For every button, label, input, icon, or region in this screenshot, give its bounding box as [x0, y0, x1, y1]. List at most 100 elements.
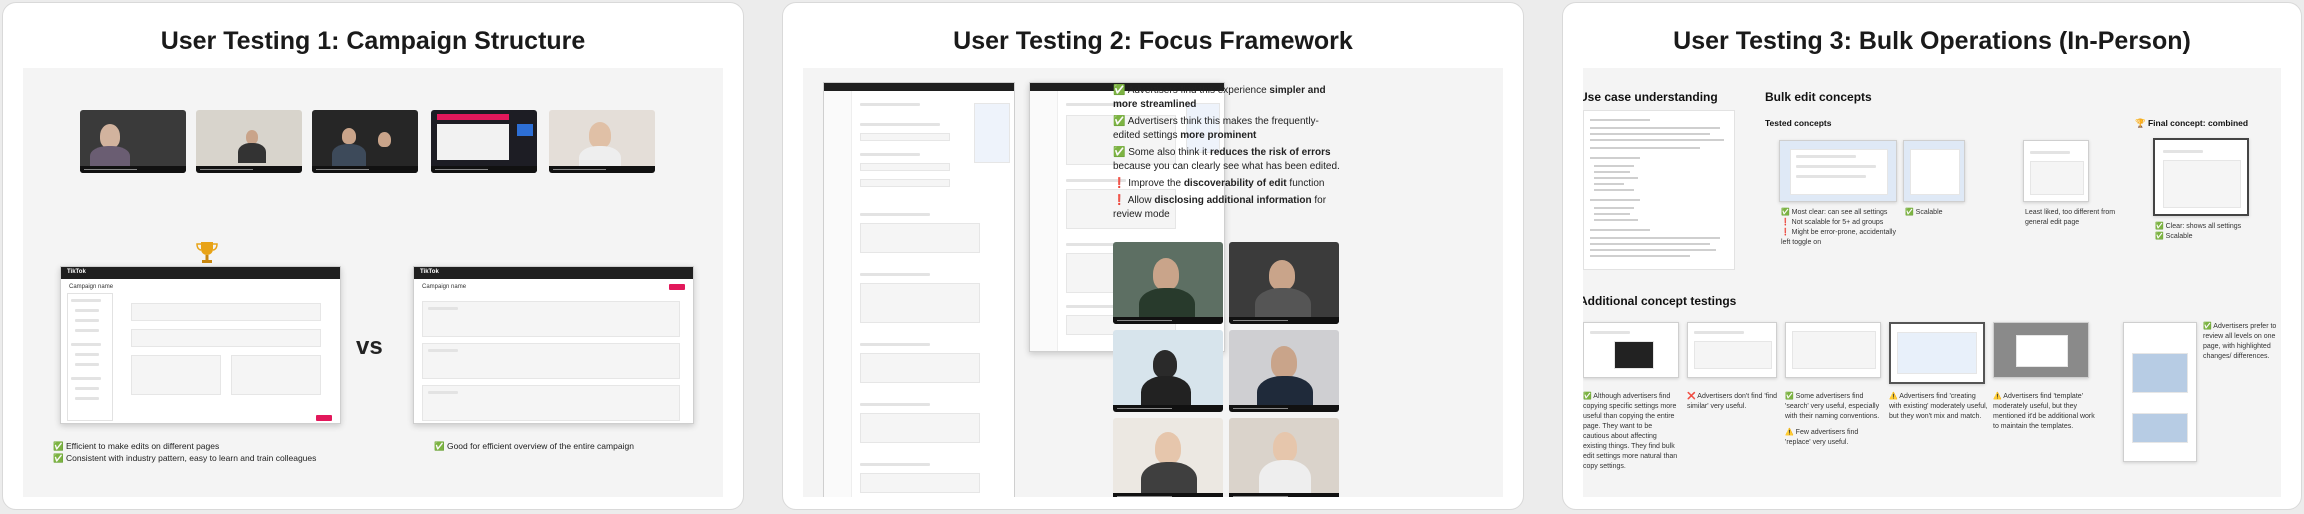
final-concept-thumbnail[interactable]	[2153, 138, 2249, 216]
finding-item: ✅ Advertisers think this makes the frequ…	[1113, 116, 1319, 141]
bulk-edit-heading: Bulk edit concepts	[1765, 90, 1872, 104]
mockup-multipage-structure: TikTok Campaign name	[60, 266, 341, 424]
concept-thumbnail[interactable]	[1993, 322, 2089, 378]
finding-emphasis: disclosing additional information	[1154, 195, 1312, 206]
note-text: Most clear: can see all settings	[1791, 209, 1888, 216]
mockup-title: Campaign name	[69, 284, 114, 290]
note-text: Clear: shows all settings	[2165, 223, 2242, 230]
video-thumbnail[interactable]	[1229, 418, 1339, 497]
note-text: Consistent with industry pattern, easy t…	[65, 453, 317, 463]
list-item: ✅ Consistent with industry pattern, easy…	[53, 453, 317, 463]
finding-emphasis: discoverability of edit	[1183, 178, 1287, 189]
list-item: ✅ Scalable	[2155, 233, 2193, 240]
additional-heading: Additional concept testings	[1583, 294, 1737, 308]
concept-notes: ✅ Most clear: can see all settings ❗ Not…	[1781, 208, 1901, 248]
brand-label: TikTok	[420, 269, 439, 275]
list-item: ✅ Good for efficient overview of the ent…	[434, 441, 634, 451]
panel-title: User Testing 3: Bulk Operations (In-Pers…	[1673, 27, 2191, 55]
list-item: ✅ Scalable	[1905, 209, 1943, 216]
video-thumbnail[interactable]	[196, 110, 302, 173]
note-text: Advertisers don't find 'find similar' ve…	[1687, 393, 1777, 410]
note-text: Advertisers find 'template' moderately u…	[1993, 393, 2095, 430]
finding-text: Allow	[1127, 195, 1155, 206]
note-text: Scalable	[2165, 233, 2193, 240]
additional-note: ✅ Some advertisers find 'search' very us…	[1785, 393, 1880, 446]
least-liked-note: Least liked, too different from general …	[2025, 209, 2116, 226]
finding-text: Improve the	[1128, 178, 1184, 189]
finding-item: ✅ Some also think it reduces the risk of…	[1113, 147, 1340, 172]
concept-thumbnail[interactable]	[1779, 140, 1897, 202]
concept-thumbnail[interactable]	[2023, 140, 2089, 202]
mockup-edit-page-long	[823, 82, 1015, 497]
panel-focus-framework: User Testing 2: Focus Framework ✅ Advert…	[782, 2, 1524, 510]
mockup-title: Campaign name	[422, 284, 467, 290]
additional-note: ⚠️ Advertisers find 'creating with exist…	[1889, 393, 1988, 420]
additional-note: ❌ Advertisers don't find 'find similar' …	[1687, 393, 1777, 410]
additional-note: ⚠️ Advertisers find 'template' moderatel…	[1993, 393, 2095, 430]
video-thumbnail[interactable]	[431, 110, 537, 173]
finding-item: ✅ Advertisers find this experience simpl…	[1113, 85, 1326, 110]
list-item: ❗ Not scalable for 5+ ad groups	[1781, 219, 1884, 226]
final-concept-label: 🏆 Final concept: combined	[2135, 118, 2248, 129]
additional-note: ✅ Advertisers prefer to review all level…	[2203, 323, 2277, 360]
panel-title: User Testing 1: Campaign Structure	[160, 27, 586, 55]
panel-campaign-structure: User Testing 1: Campaign Structure TikTo…	[2, 2, 744, 510]
additional-note: ✅ Although advertisers find copying spec…	[1583, 393, 1678, 470]
finding-text: Some also think it	[1128, 147, 1210, 158]
video-thumbnail[interactable]	[1113, 418, 1223, 497]
pros-list-single-page: ✅ Good for efficient overview of the ent…	[434, 440, 694, 452]
video-thumbnail[interactable]	[549, 110, 655, 173]
panel-title: User Testing 2: Focus Framework	[953, 27, 1353, 55]
versus-label: vs	[356, 333, 383, 360]
finding-emphasis: reduces the risk of errors	[1209, 147, 1331, 158]
final-concept-text: Final concept: combined	[2147, 118, 2249, 128]
note-text: Efficient to make edits on different pag…	[65, 441, 220, 451]
mockup-single-page-structure: TikTok Campaign name	[413, 266, 694, 424]
video-thumbnail[interactable]	[1229, 330, 1339, 412]
video-thumbnail[interactable]	[312, 110, 418, 173]
video-thumbnail[interactable]	[1229, 242, 1339, 324]
concept-thumbnail[interactable]	[1903, 140, 1965, 202]
finding-text: because you can clearly see what has bee…	[1113, 161, 1340, 172]
note-text: Good for efficient overview of the entir…	[446, 441, 634, 451]
note-text: Although advertisers find copying specif…	[1583, 393, 1678, 470]
list-item: ✅ Efficient to make edits on different p…	[53, 441, 220, 451]
note-text: Some advertisers find 'search' very usef…	[1785, 393, 1880, 420]
finding-item: ❗ Improve the discoverability of edit fu…	[1113, 178, 1325, 189]
final-concept-notes: ✅ Clear: shows all settings ✅ Scalable	[2155, 222, 2265, 242]
concept-thumbnail[interactable]	[1785, 322, 1881, 378]
finding-text: function	[1286, 178, 1325, 189]
list-item: ❗ Might be error-prone, accidentally lef…	[1781, 229, 1896, 246]
tested-concepts-label: Tested concepts	[1765, 118, 1832, 128]
list-item: ✅ Most clear: can see all settings	[1781, 209, 1888, 216]
panel-content: Use case understanding Bulk edit concept	[1583, 68, 2281, 497]
panel-content: ✅ Advertisers find this experience simpl…	[803, 68, 1503, 497]
note-text: Might be error-prone, accidentally left …	[1781, 229, 1896, 246]
trophy-icon	[196, 242, 218, 263]
concept-thumbnail[interactable]	[1889, 322, 1985, 384]
video-thumbnail[interactable]	[80, 110, 186, 173]
findings-list: ✅ Advertisers find this experience simpl…	[1113, 84, 1345, 225]
concept-thumbnail[interactable]	[1687, 322, 1777, 378]
video-thumbnail[interactable]	[1113, 330, 1223, 412]
note-text: Advertisers prefer to review all levels …	[2203, 323, 2277, 360]
trophy-icon: 🏆	[2135, 118, 2146, 128]
finding-text: Advertisers find this experience	[1127, 85, 1270, 96]
brand-label: TikTok	[67, 269, 86, 275]
video-thumbnail[interactable]	[1113, 242, 1223, 324]
use-case-document	[1583, 110, 1735, 270]
list-item: ✅ Clear: shows all settings	[2155, 223, 2242, 230]
finding-emphasis: more prominent	[1180, 130, 1257, 141]
use-case-heading: Use case understanding	[1583, 90, 1718, 104]
note-text: Not scalable for 5+ ad groups	[1791, 219, 1884, 226]
concept-thumbnail[interactable]	[2123, 322, 2197, 462]
concept-notes: ✅ Scalable	[1905, 208, 1965, 218]
note-text: Few advertisers find 'replace' very usef…	[1785, 429, 1859, 446]
panel-bulk-operations: User Testing 3: Bulk Operations (In-Pers…	[1562, 2, 2302, 510]
note-text: Scalable	[1915, 209, 1943, 216]
concept-thumbnail[interactable]	[1583, 322, 1679, 378]
pros-list-multipage: ✅ Efficient to make edits on different p…	[53, 440, 353, 464]
finding-item: ❗ Allow disclosing additional informatio…	[1113, 195, 1327, 220]
panel-content: TikTok Campaign name vs TikTok Campaign …	[23, 68, 723, 497]
note-text: Advertisers find 'creating with existing…	[1889, 393, 1988, 420]
